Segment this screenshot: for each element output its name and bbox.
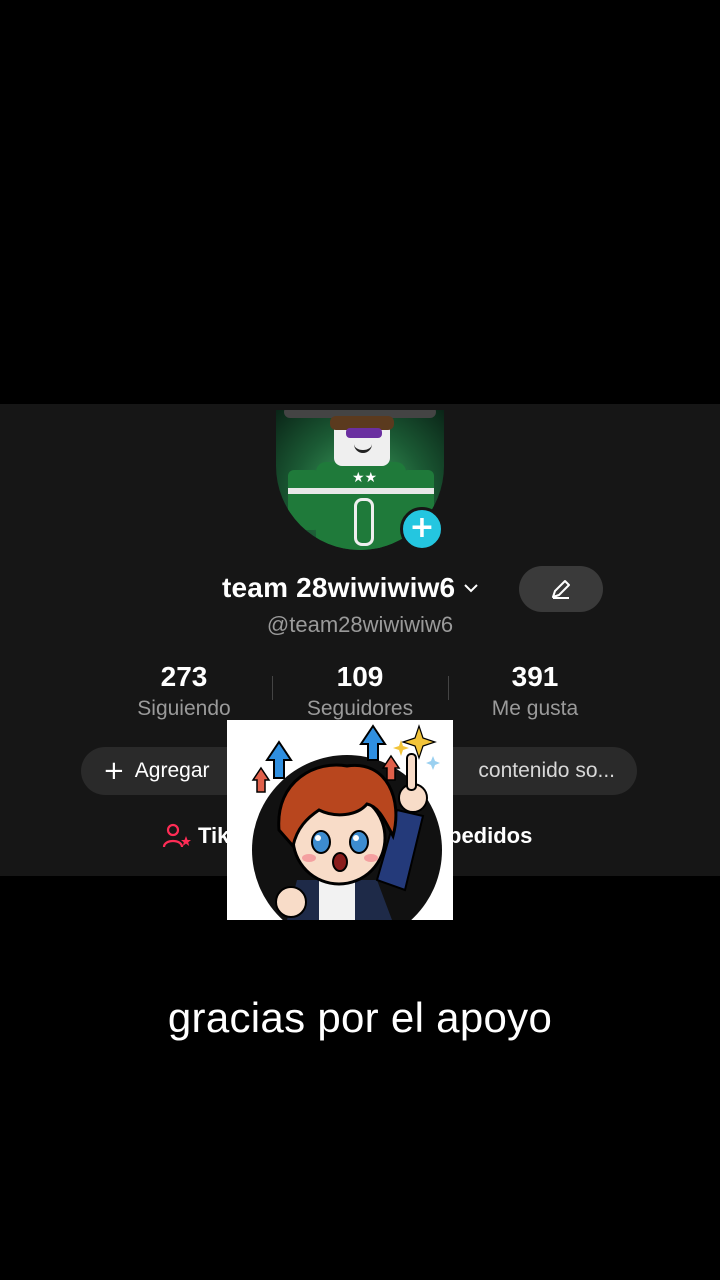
edit-profile-button[interactable] [519, 566, 603, 612]
username-handle: @team28wiwiwiw6 [266, 612, 454, 637]
stat-followers[interactable]: 109 Seguidores [275, 660, 445, 722]
stat-following[interactable]: 273 Siguiendo [99, 660, 269, 722]
add-label: Agregar [134, 759, 210, 782]
pencil-icon [552, 580, 570, 599]
following-count: 273 [160, 661, 208, 692]
likes-label: Me gusta [491, 697, 579, 720]
likes-count: 391 [511, 661, 559, 692]
display-name: team 28wiwiwiw6 [222, 572, 456, 603]
tiktok-studio-link[interactable]: Tik [162, 818, 229, 854]
plus-icon: + [103, 756, 125, 786]
add-avatar-plus-icon[interactable]: + [400, 507, 444, 551]
stat-divider [272, 676, 273, 700]
anime-sticker-image [227, 720, 453, 920]
user-star-icon [162, 823, 191, 848]
content-label: contenido so... [478, 759, 615, 782]
chevron-down-icon [464, 584, 479, 593]
following-label: Siguiendo [137, 697, 231, 720]
pedidos-label: pedidos [448, 823, 533, 848]
followers-label: Seguidores [306, 697, 414, 720]
tik-label: Tik [198, 823, 230, 848]
orders-link[interactable]: pedidos [448, 818, 532, 854]
display-name-row[interactable]: team 28wiwiwiw6 [222, 568, 479, 608]
stat-divider [448, 676, 449, 700]
followers-count: 109 [336, 661, 384, 692]
video-caption: gracias por el apoyo [167, 994, 553, 1041]
stat-likes[interactable]: 391 Me gusta [450, 660, 620, 722]
